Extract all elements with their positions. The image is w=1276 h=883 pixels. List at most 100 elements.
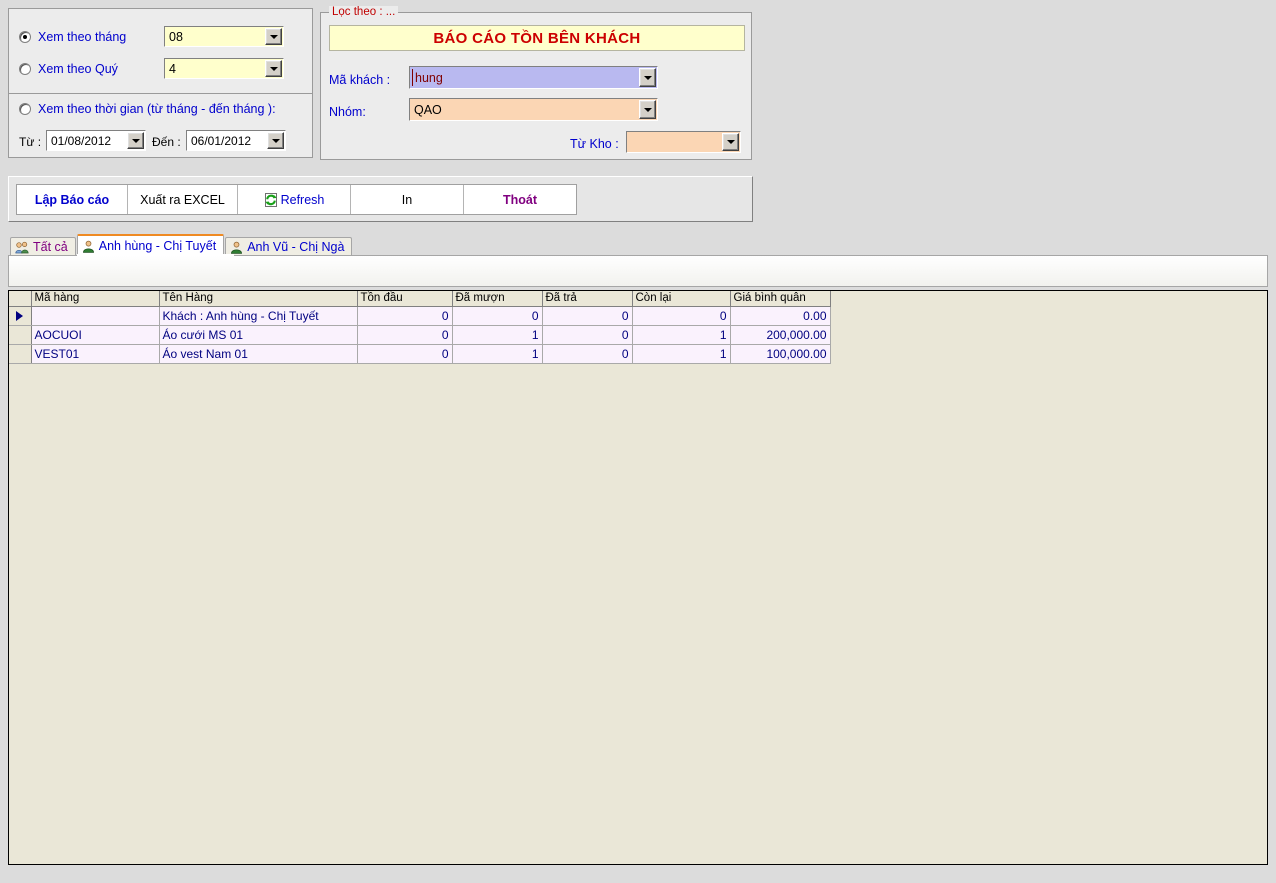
cell-ten-hang[interactable]: Áo cưới MS 01 <box>159 325 358 345</box>
tab-anh-hung-chi-tuyet[interactable]: Anh hùng - Chị Tuyết <box>76 234 225 256</box>
quarter-combo-arrow[interactable] <box>265 60 282 77</box>
loc-theo-legend: Lọc theo : ... <box>329 6 399 18</box>
group-arrow[interactable] <box>639 100 656 119</box>
warehouse-combo[interactable] <box>626 131 741 153</box>
col-header-da-tra[interactable]: Đã trả <box>542 291 633 307</box>
lap-bao-cao-button[interactable]: Lập Báo cáo <box>17 185 128 214</box>
cell-da-tra[interactable]: 0 <box>542 306 633 326</box>
col-header-con-lai[interactable]: Còn lại <box>632 291 731 307</box>
grid-corner-header[interactable] <box>9 291 32 307</box>
user-icon <box>82 240 95 253</box>
cell-ma-hang[interactable] <box>31 306 160 326</box>
toolbar: Lập Báo cáo Xuất ra EXCEL Refresh In Tho… <box>16 184 577 215</box>
cell-ma-hang[interactable]: VEST01 <box>31 344 160 364</box>
cell-da-tra[interactable]: 0 <box>542 344 633 364</box>
group-value: QAO <box>410 99 639 120</box>
month-combo-arrow[interactable] <box>265 28 282 45</box>
customer-code-label: Mã khách : <box>329 73 391 87</box>
chevron-down-icon <box>726 140 735 144</box>
table-row[interactable]: VEST01 Áo vest Nam 01 0 1 0 1 100,000.00 <box>9 344 831 364</box>
from-date-value: 01/08/2012 <box>51 133 112 148</box>
chevron-down-icon <box>131 138 140 143</box>
user-icon <box>230 241 243 254</box>
tab-anh-hung-label: Anh hùng - Chị Tuyết <box>98 239 217 253</box>
group-label: Nhóm: <box>329 105 366 119</box>
chevron-down-icon <box>643 107 652 112</box>
cell-con-lai[interactable]: 0 <box>632 306 731 326</box>
lap-bao-cao-label: Lập Báo cáo <box>34 192 110 207</box>
col-header-ten-hang[interactable]: Tên Hàng <box>159 291 358 307</box>
cell-gia-binh-quan[interactable]: 200,000.00 <box>730 325 831 345</box>
cell-da-tra[interactable]: 0 <box>542 325 633 345</box>
to-date-arrow[interactable] <box>267 132 284 149</box>
cell-gia-binh-quan[interactable]: 100,000.00 <box>730 344 831 364</box>
cell-da-muon[interactable]: 0 <box>452 306 543 326</box>
tab-tat-ca-label: Tất cả <box>33 240 68 254</box>
data-grid-panel[interactable]: Mã hàng Tên Hàng Tồn đầu Đã mượn Đã trả … <box>8 290 1268 865</box>
loc-theo-group: Lọc theo : ... BÁO CÁO TỒN BÊN KHÁCH Mã … <box>320 6 752 160</box>
cell-ton-dau[interactable]: 0 <box>357 325 453 345</box>
col-header-da-muon[interactable]: Đã mượn <box>452 291 543 307</box>
xuat-excel-button[interactable]: Xuất ra EXCEL <box>128 185 238 214</box>
warehouse-value <box>627 132 722 152</box>
cell-da-muon[interactable]: 1 <box>452 325 543 345</box>
col-header-ma-hang[interactable]: Mã hàng <box>31 291 160 307</box>
in-label: In <box>401 192 413 207</box>
to-date-label: Đến : <box>152 135 181 149</box>
to-date-picker[interactable]: 06/01/2012 <box>186 130 286 151</box>
cell-da-muon[interactable]: 1 <box>452 344 543 364</box>
table-row[interactable]: AOCUOI Áo cưới MS 01 0 1 0 1 200,000.00 <box>9 325 831 345</box>
to-date-value: 06/01/2012 <box>191 133 252 148</box>
quarter-combo[interactable]: 4 <box>164 58 284 79</box>
tab-tat-ca[interactable]: Tất cả <box>10 237 76 256</box>
from-date-arrow[interactable] <box>127 132 144 149</box>
group-divider <box>9 93 312 94</box>
tab-anh-vu-label: Anh Vũ - Chị Ngà <box>247 240 345 254</box>
cell-ten-hang[interactable]: Khách : Anh hùng - Chị Tuyết <box>159 306 358 326</box>
cell-ma-hang[interactable]: AOCUOI <box>31 325 160 345</box>
report-title: BÁO CÁO TỒN BÊN KHÁCH <box>433 29 641 47</box>
col-header-gia-binh-quan[interactable]: Giá bình quân <box>730 291 831 307</box>
period-filter-group: Xem theo tháng 08 Xem theo Quý 4 Xem the… <box>8 8 313 158</box>
chevron-down-icon <box>269 66 278 71</box>
xuat-excel-label: Xuất ra EXCEL <box>140 192 225 207</box>
radio-quarter[interactable] <box>19 63 31 75</box>
active-tab-underline <box>77 254 234 256</box>
table-row[interactable]: Khách : Anh hùng - Chị Tuyết 0 0 0 0 0.0… <box>9 306 831 326</box>
col-header-ton-dau[interactable]: Tồn đầu <box>357 291 453 307</box>
cell-ten-hang[interactable]: Áo vest Nam 01 <box>159 344 358 364</box>
radio-quarter-label: Xem theo Quý <box>38 62 118 76</box>
refresh-button[interactable]: Refresh <box>238 185 351 214</box>
cell-con-lai[interactable]: 1 <box>632 344 731 364</box>
cell-ton-dau[interactable]: 0 <box>357 344 453 364</box>
radio-daterange-label: Xem theo thời gian (từ tháng - đến tháng… <box>38 102 276 116</box>
warehouse-arrow[interactable] <box>722 133 739 151</box>
thoat-label: Thoát <box>502 192 538 207</box>
tab-anh-vu-chi-nga[interactable]: Anh Vũ - Chị Ngà <box>225 237 353 256</box>
data-grid: Mã hàng Tên Hàng Tồn đầu Đã mượn Đã trả … <box>9 291 831 364</box>
radio-month[interactable] <box>19 31 31 43</box>
grid-header: Mã hàng Tên Hàng Tồn đầu Đã mượn Đã trả … <box>9 291 831 307</box>
row-selector[interactable] <box>9 325 32 345</box>
in-button[interactable]: In <box>351 185 464 214</box>
month-combo[interactable]: 08 <box>164 26 284 47</box>
cell-ton-dau[interactable]: 0 <box>357 306 453 326</box>
radio-daterange[interactable] <box>19 103 31 115</box>
radio-row-daterange[interactable]: Xem theo thời gian (từ tháng - đến tháng… <box>19 102 276 116</box>
customer-code-combo[interactable]: hung <box>409 66 658 89</box>
row-selector[interactable] <box>9 306 32 326</box>
users-icon <box>15 241 29 254</box>
group-combo[interactable]: QAO <box>409 98 658 121</box>
thoat-button[interactable]: Thoát <box>464 185 576 214</box>
cell-gia-binh-quan[interactable]: 0.00 <box>730 306 831 326</box>
chevron-down-icon <box>643 75 652 80</box>
radio-row-quarter[interactable]: Xem theo Quý <box>19 62 118 76</box>
from-date-picker[interactable]: 01/08/2012 <box>46 130 146 151</box>
row-selector[interactable] <box>9 344 32 364</box>
refresh-label: Refresh <box>280 192 325 207</box>
radio-row-month[interactable]: Xem theo tháng <box>19 30 126 44</box>
radio-month-label: Xem theo tháng <box>38 30 127 44</box>
customer-code-arrow[interactable] <box>639 68 656 87</box>
cell-con-lai[interactable]: 1 <box>632 325 731 345</box>
report-window: Xem theo tháng 08 Xem theo Quý 4 Xem the… <box>0 0 1276 883</box>
